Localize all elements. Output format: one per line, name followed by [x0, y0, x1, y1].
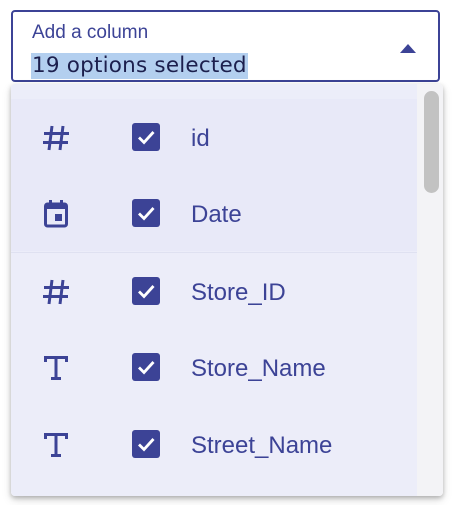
option-date[interactable]: Date [11, 175, 417, 251]
option-store-id[interactable]: Store_ID [11, 253, 417, 329]
option-label: Date [191, 201, 242, 228]
text-type-icon [39, 351, 73, 385]
column-options-dropdown: id Date Store_ID Store_Name Street_Name [11, 84, 443, 496]
calendar-icon [39, 197, 73, 231]
add-column-select[interactable]: Add a column 19 options selected [11, 10, 440, 82]
checkbox-checked[interactable] [132, 430, 160, 458]
option-label: id [191, 125, 210, 152]
scrollbar-thumb[interactable] [424, 91, 439, 193]
select-label: Add a column [32, 22, 149, 43]
checkbox-checked[interactable] [132, 277, 160, 305]
option-street-name[interactable]: Street_Name [11, 406, 417, 482]
option-store-name[interactable]: Store_Name [11, 329, 417, 405]
option-label: Store_ID [191, 279, 286, 306]
checkbox-checked[interactable] [132, 123, 160, 151]
checkbox-checked[interactable] [132, 353, 160, 381]
option-label: Street_Name [191, 432, 333, 459]
option-label: Store_Name [191, 355, 326, 382]
number-hash-icon [39, 121, 73, 155]
number-hash-icon [39, 275, 73, 309]
option-id[interactable]: id [11, 99, 417, 175]
options-list: id Date Store_ID Store_Name Street_Name [11, 84, 417, 496]
caret-up-icon[interactable] [400, 44, 416, 53]
checkbox-checked[interactable] [132, 199, 160, 227]
select-value[interactable]: 19 options selected [31, 53, 248, 79]
text-type-icon [39, 428, 73, 462]
